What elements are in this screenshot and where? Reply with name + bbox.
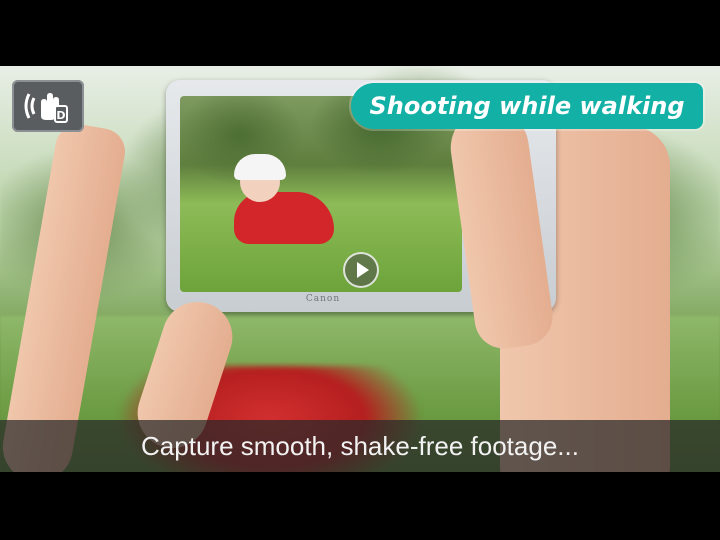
title-badge-text: Shooting while walking — [369, 92, 685, 120]
subtitle-text: Capture smooth, shake-free footage... — [141, 430, 579, 461]
image-stabilizer-hand-icon: D — [12, 80, 84, 132]
play-triangle-icon — [356, 262, 369, 278]
subtitle-bar: Capture smooth, shake-free footage... — [0, 420, 720, 472]
hand-shake-icon: D — [24, 93, 68, 123]
camera-brand-logo: Canon — [305, 294, 341, 304]
svg-text:D: D — [56, 109, 65, 122]
child-figure — [234, 192, 334, 244]
child-hat — [234, 154, 286, 180]
play-icon[interactable] — [343, 252, 379, 288]
title-badge: Shooting while walking — [351, 83, 703, 129]
